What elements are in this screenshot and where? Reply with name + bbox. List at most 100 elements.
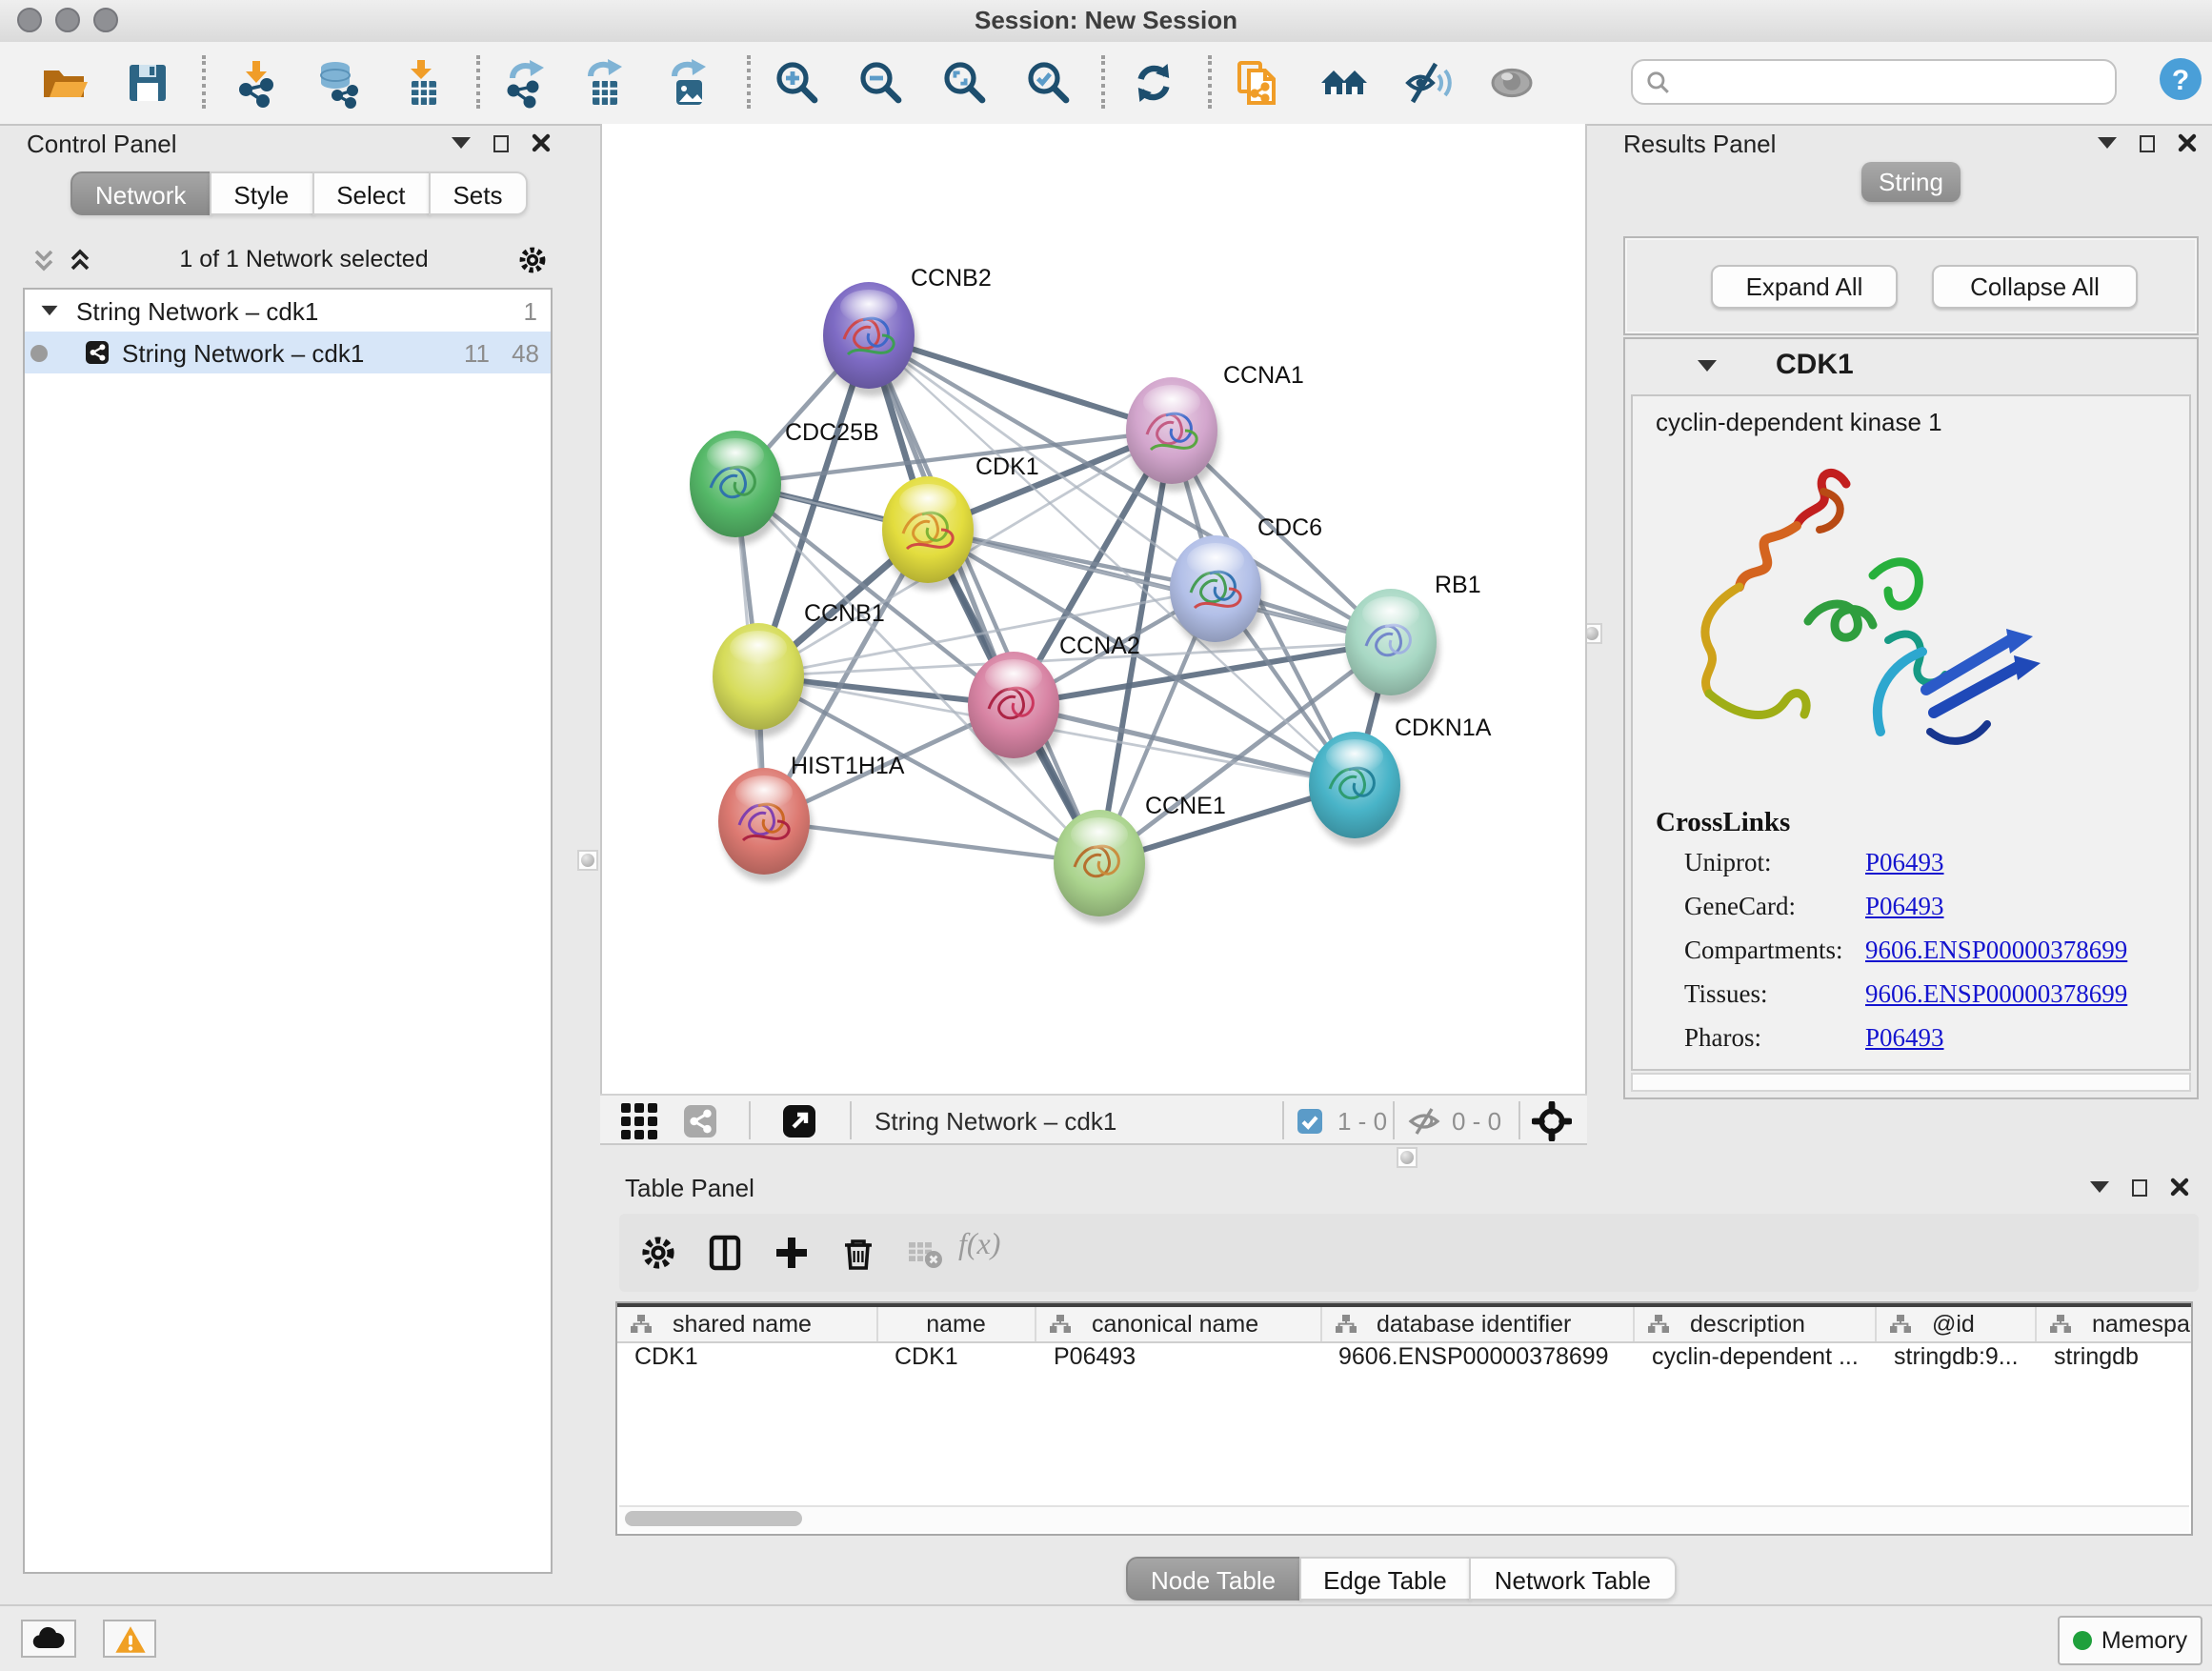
collapse-panel-icon[interactable] [2090, 1181, 2109, 1193]
bottom-splitter-handle[interactable] [1397, 1147, 1418, 1168]
show-all-networks-button[interactable] [1318, 57, 1370, 109]
network-node-CCNB1[interactable] [713, 623, 807, 737]
network-graph[interactable]: CCNB2CCNA1CDC25BCDK1CDC6RB1CCNB1CCNA2CDK… [602, 124, 1585, 1094]
network-row-selected[interactable]: String Network – cdk1 11 48 [25, 332, 551, 373]
show-columns-icon[interactable] [705, 1233, 745, 1273]
float-panel-icon[interactable] [2132, 1178, 2147, 1196]
birdseye-navigator-icon[interactable] [1532, 1101, 1572, 1151]
float-panel-icon[interactable] [2140, 134, 2155, 151]
crosslink-value-link[interactable]: P06493 [1865, 1022, 1944, 1053]
results-horizontal-scrollbar[interactable] [1631, 1073, 2191, 1092]
column-header-@id[interactable]: @id [1877, 1307, 2037, 1341]
close-panel-icon[interactable] [2170, 1178, 2189, 1197]
collapse-panel-icon[interactable] [452, 137, 471, 149]
string-view-icon[interactable] [684, 1105, 716, 1147]
collapse-all-icon[interactable] [32, 247, 55, 272]
help-button[interactable]: ? [2157, 55, 2208, 107]
network-node-HIST1H1A[interactable] [718, 768, 813, 882]
function-builder-icon[interactable]: f(x) [958, 1229, 1000, 1263]
clone-network-icon [1233, 57, 1284, 109]
network-node-CCNB2[interactable] [823, 282, 917, 396]
network-canvas[interactable]: CCNB2CCNA1CDC25BCDK1CDC6RB1CCNB1CCNA2CDK… [600, 124, 1587, 1094]
table-options-gear-icon[interactable] [638, 1233, 678, 1273]
export-network-button[interactable] [499, 57, 551, 109]
network-node-CDC6[interactable] [1170, 535, 1264, 650]
collection-disclosure-icon[interactable] [42, 306, 58, 315]
export-table-button[interactable] [579, 57, 631, 109]
search-input[interactable] [1679, 67, 2115, 97]
network-edge-HIST1H1A-CCNE1[interactable] [764, 821, 1099, 863]
close-panel-icon[interactable] [2178, 133, 2197, 152]
protein-card-header[interactable]: CDK1 [1625, 339, 2197, 394]
tab-sets[interactable]: Sets [428, 171, 527, 215]
crosslink-value-link[interactable]: P06493 [1865, 847, 1944, 877]
network-node-CCNE1[interactable] [1054, 810, 1148, 924]
open-in-window-icon[interactable] [783, 1105, 815, 1147]
delete-table-icon[interactable] [905, 1233, 945, 1273]
table-scrollbar-thumb[interactable] [625, 1511, 802, 1526]
export-image-button[interactable] [663, 57, 714, 109]
column-header-name[interactable]: name [877, 1307, 1036, 1341]
tab-select[interactable]: Select [312, 171, 430, 215]
tab-edge-table[interactable]: Edge Table [1298, 1557, 1472, 1601]
network-node-CCNA1[interactable] [1126, 377, 1220, 492]
level-of-detail-button[interactable] [1486, 57, 1538, 109]
table-row[interactable]: CDK1CDK1P064939606.ENSP00000378699cyclin… [617, 1343, 2191, 1378]
import-network-file-button[interactable] [231, 57, 282, 109]
expand-all-icon[interactable] [69, 247, 91, 272]
crosslink-value-link[interactable]: 9606.ENSP00000378699 [1865, 978, 2127, 1009]
float-panel-icon[interactable] [493, 134, 509, 151]
main-toolbar: ? [0, 42, 2212, 126]
crosslink-value-link[interactable]: P06493 [1865, 891, 1944, 921]
open-session-button[interactable] [38, 57, 90, 109]
column-header-description[interactable]: description [1635, 1307, 1877, 1341]
create-column-icon[interactable] [772, 1233, 812, 1273]
tab-network-table[interactable]: Network Table [1470, 1557, 1676, 1601]
hide-graphics-details-button[interactable] [1402, 57, 1454, 109]
network-edge-CCNB2-CCNE1[interactable] [869, 335, 1099, 863]
table-horizontal-scrollbar[interactable] [619, 1505, 2189, 1532]
expand-all-button[interactable]: Expand All [1711, 265, 1898, 309]
column-header-shared-name[interactable]: shared name [617, 1307, 877, 1341]
network-node-RB1[interactable] [1345, 589, 1439, 703]
maximize-window-icon[interactable] [93, 8, 118, 32]
selected-checkbox-icon[interactable] [1297, 1109, 1322, 1143]
cloud-status-button[interactable] [21, 1620, 76, 1658]
tab-node-table[interactable]: Node Table [1126, 1557, 1300, 1601]
network-options-gear-icon[interactable] [516, 243, 549, 275]
import-table-file-button[interactable] [396, 57, 448, 109]
import-network-database-button[interactable] [312, 57, 364, 109]
zoom-out-button[interactable] [855, 57, 907, 109]
grid-view-icon[interactable] [621, 1103, 657, 1149]
left-splitter-handle[interactable] [577, 850, 598, 871]
collapse-panel-icon[interactable] [2098, 137, 2117, 149]
search-field[interactable] [1631, 59, 2117, 105]
close-panel-icon[interactable] [532, 133, 551, 152]
tab-network[interactable]: Network [70, 171, 211, 215]
network-collection-row[interactable]: String Network – cdk1 1 [25, 290, 551, 332]
memory-button[interactable]: Memory [2058, 1616, 2202, 1665]
network-node-CDK1[interactable] [882, 476, 976, 591]
warnings-button[interactable] [103, 1620, 156, 1658]
tab-string[interactable]: String [1861, 162, 1961, 202]
crosslink-value-link[interactable]: 9606.ENSP00000378699 [1865, 935, 2127, 965]
column-header-canonical-name[interactable]: canonical name [1036, 1307, 1321, 1341]
clone-network-button[interactable] [1233, 57, 1284, 109]
column-header-database-identifier[interactable]: database identifier [1321, 1307, 1635, 1341]
close-window-icon[interactable] [17, 8, 42, 32]
network-node-CCNA2[interactable] [968, 652, 1062, 766]
zoom-selected-button[interactable] [1023, 57, 1075, 109]
network-edge-CCNA2-CDKN1A[interactable] [1014, 705, 1355, 785]
save-session-button[interactable] [122, 57, 173, 109]
protein-disclosure-icon[interactable] [1698, 360, 1717, 372]
network-node-CDKN1A[interactable] [1309, 732, 1403, 846]
tab-style[interactable]: Style [209, 171, 313, 215]
collapse-all-button[interactable]: Collapse All [1932, 265, 2138, 309]
refresh-layout-button[interactable] [1128, 57, 1179, 109]
zoom-in-button[interactable] [772, 57, 823, 109]
column-header-namespace[interactable]: namespace [2037, 1307, 2193, 1341]
minimize-window-icon[interactable] [55, 8, 80, 32]
hidden-eye-icon[interactable] [1408, 1107, 1440, 1145]
zoom-fit-button[interactable] [939, 57, 991, 109]
delete-column-icon[interactable] [838, 1233, 878, 1273]
